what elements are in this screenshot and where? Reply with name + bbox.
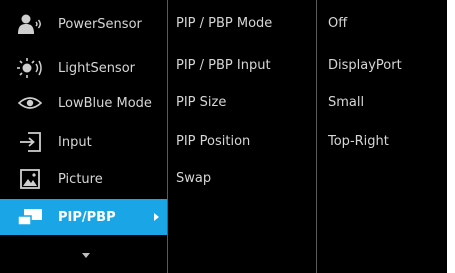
value-pip-pbp-input[interactable]: DisplayPort	[328, 58, 402, 73]
menu-item-label: LowBlue Mode	[58, 95, 152, 111]
menu-item-label: Input	[58, 134, 92, 150]
menu-item-picture[interactable]: Picture	[0, 161, 167, 197]
picture-icon	[16, 165, 44, 193]
menu-item-label: PowerSensor	[58, 16, 142, 32]
menu-item-lowblue-mode[interactable]: LowBlue Mode	[0, 85, 167, 121]
submenu-item-pip-size[interactable]: PIP Size	[176, 95, 226, 110]
menu-item-pip-pbp[interactable]: PIP/PBP	[0, 199, 167, 235]
menu-item-label: PIP/PBP	[58, 209, 116, 225]
light-sensor-icon	[16, 54, 44, 82]
submenu-item-swap[interactable]: Swap	[176, 171, 211, 186]
pip-pbp-icon	[16, 203, 44, 231]
submenu-item-pip-position[interactable]: PIP Position	[176, 134, 250, 149]
osd-menu: PowerSensor LightSensor LowBlue Mode Inp…	[0, 0, 447, 273]
power-sensor-icon	[16, 10, 44, 38]
menu-item-input[interactable]: Input	[0, 124, 167, 160]
column-divider	[316, 0, 317, 273]
submenu-item-pip-pbp-mode[interactable]: PIP / PBP Mode	[176, 16, 272, 31]
menu-item-powersensor[interactable]: PowerSensor	[0, 6, 167, 42]
chevron-down-icon[interactable]	[82, 253, 90, 258]
menu-item-label: LightSensor	[58, 60, 136, 76]
value-pip-position[interactable]: Top-Right	[328, 134, 389, 149]
chevron-right-icon	[154, 213, 159, 221]
input-icon	[16, 128, 44, 156]
menu-item-label: Picture	[58, 171, 103, 187]
column-divider	[167, 0, 168, 273]
eye-icon	[16, 89, 44, 117]
value-pip-pbp-mode[interactable]: Off	[328, 16, 347, 31]
value-pip-size[interactable]: Small	[328, 95, 364, 110]
submenu-item-pip-pbp-input[interactable]: PIP / PBP Input	[176, 58, 271, 73]
menu-item-lightsensor[interactable]: LightSensor	[0, 50, 167, 86]
